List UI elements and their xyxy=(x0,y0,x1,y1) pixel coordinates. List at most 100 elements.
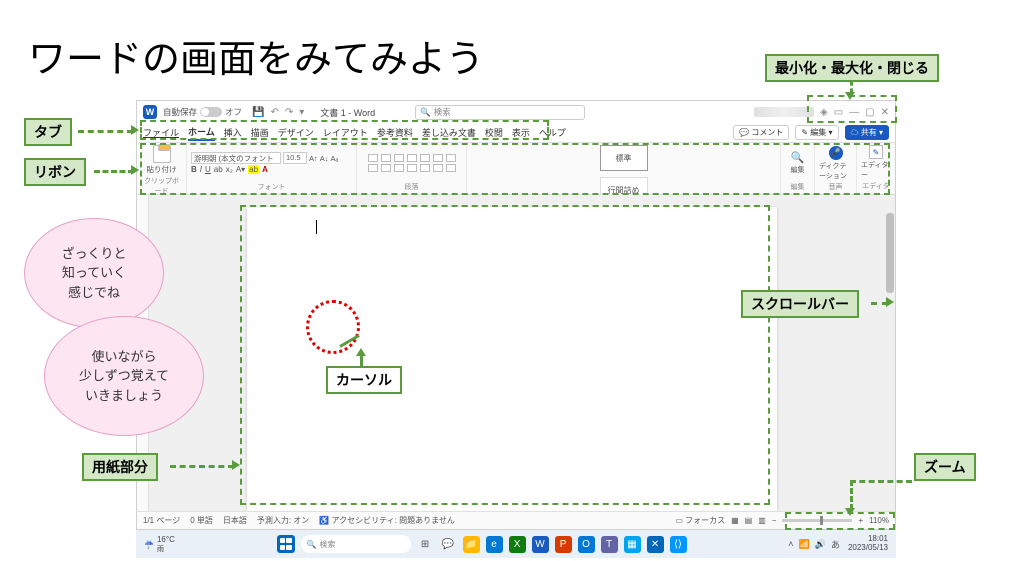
editing-mode-button[interactable]: ✎ 編集 ▾ xyxy=(795,125,838,140)
bold-button[interactable]: B xyxy=(191,165,197,174)
italic-button[interactable]: I xyxy=(200,165,202,174)
view-read-icon[interactable]: ▦ xyxy=(731,516,739,525)
comment-button[interactable]: 💬 コメント xyxy=(733,125,789,140)
underline-button[interactable]: U xyxy=(205,165,211,174)
font-color-button[interactable]: A xyxy=(262,165,268,174)
status-lang[interactable]: 日本語 xyxy=(223,515,247,526)
highlight-icon[interactable]: ab xyxy=(248,165,259,174)
clear-format-icon[interactable]: Aₐ xyxy=(331,154,339,163)
status-ime[interactable]: 予測入力: オン xyxy=(257,515,309,526)
search-box[interactable]: 🔍 検索 xyxy=(415,105,585,120)
scroll-thumb[interactable] xyxy=(886,213,894,293)
close-button[interactable]: ✕ xyxy=(881,107,889,118)
explorer-icon[interactable]: 📁 xyxy=(463,536,480,553)
toggle-off-icon[interactable] xyxy=(200,107,222,117)
undo-icon[interactable]: ↶ xyxy=(270,107,278,118)
tab-mailings[interactable]: 差し込み文書 xyxy=(422,126,476,139)
indent-inc-icon[interactable] xyxy=(420,154,430,162)
maximize-button[interactable]: ▢ xyxy=(865,107,874,118)
paste-label[interactable]: 貼り付け xyxy=(147,164,177,175)
sort-icon[interactable] xyxy=(433,154,443,162)
redo-icon[interactable]: ↷ xyxy=(285,107,293,118)
editor-label[interactable]: エディター xyxy=(861,160,891,180)
save-icon[interactable]: 💾 xyxy=(252,107,264,118)
edge-icon[interactable]: e xyxy=(486,536,503,553)
align-left-icon[interactable] xyxy=(368,164,378,172)
align-center-icon[interactable] xyxy=(381,164,391,172)
app-icon-2[interactable]: ✕ xyxy=(647,536,664,553)
vertical-scrollbar[interactable] xyxy=(885,203,895,503)
arrow-head xyxy=(845,508,855,516)
tray-icon[interactable]: ▭ xyxy=(834,107,843,118)
tab-draw[interactable]: 描画 xyxy=(251,126,269,139)
shading-icon[interactable] xyxy=(433,164,443,172)
indent-dec-icon[interactable] xyxy=(407,154,417,162)
view-print-icon[interactable]: ▤ xyxy=(745,516,753,525)
tab-help[interactable]: ヘルプ xyxy=(539,126,566,139)
align-right-icon[interactable] xyxy=(394,164,404,172)
multilevel-icon[interactable] xyxy=(394,154,404,162)
tab-design[interactable]: デザイン xyxy=(278,126,314,139)
show-marks-icon[interactable] xyxy=(446,154,456,162)
powerpoint-icon[interactable]: P xyxy=(555,536,572,553)
status-a11y[interactable]: ♿ アクセシビリティ: 問題ありません xyxy=(319,515,455,526)
editor-icon[interactable]: ✎ xyxy=(869,145,883,159)
focus-mode[interactable]: ▭ フォーカス xyxy=(675,515,725,526)
tab-review[interactable]: 校閲 xyxy=(485,126,503,139)
view-web-icon[interactable]: ▥ xyxy=(758,516,766,525)
tab-view[interactable]: 表示 xyxy=(512,126,530,139)
editing-label[interactable]: 編集 xyxy=(791,165,805,175)
share-button[interactable]: ☁ 共有 ▾ xyxy=(845,125,889,140)
clock[interactable]: 18:01 2023/05/13 xyxy=(848,535,888,553)
bullets-icon[interactable] xyxy=(368,154,378,162)
font-name-select[interactable]: 游明朝 (本文のフォント xyxy=(191,152,281,164)
widgets-icon[interactable]: 💬 xyxy=(440,536,457,553)
excel-icon[interactable]: X xyxy=(509,536,526,553)
sub-super-icon[interactable]: x₂ xyxy=(226,165,233,174)
tab-home[interactable]: ホーム xyxy=(188,125,215,141)
line-spacing-icon[interactable] xyxy=(420,164,430,172)
teams-icon[interactable]: T xyxy=(601,536,618,553)
zoom-out-button[interactable]: − xyxy=(772,516,777,525)
vscode-icon[interactable]: ⟨⟩ xyxy=(670,536,687,553)
app-icon-1[interactable]: ▦ xyxy=(624,536,641,553)
zoom-in-button[interactable]: + xyxy=(858,516,863,525)
taskbar-search[interactable]: 🔍検索 xyxy=(301,535,411,553)
ime-indicator[interactable]: あ xyxy=(831,538,840,551)
strike-button[interactable]: ab xyxy=(214,165,223,174)
volume-icon[interactable]: 🔊 xyxy=(815,539,826,550)
word-icon[interactable]: W xyxy=(532,536,549,553)
text-effects-icon[interactable]: A▾ xyxy=(236,165,245,174)
tab-layout[interactable]: レイアウト xyxy=(323,126,368,139)
dictation-label[interactable]: ディクテーション xyxy=(819,161,852,181)
borders-icon[interactable] xyxy=(446,164,456,172)
paste-icon[interactable] xyxy=(153,145,171,163)
task-view-icon[interactable]: ⊞ xyxy=(417,536,434,553)
diamond-icon[interactable]: ◈ xyxy=(820,107,828,118)
tab-insert[interactable]: 挿入 xyxy=(224,126,242,139)
page[interactable] xyxy=(247,207,777,511)
start-button[interactable] xyxy=(277,535,295,553)
autosave-label: 自動保存 xyxy=(163,106,197,118)
minimize-button[interactable]: — xyxy=(849,107,859,118)
numbering-icon[interactable] xyxy=(381,154,391,162)
mic-icon[interactable]: 🎤 xyxy=(829,146,843,160)
style-normal[interactable]: 標準 xyxy=(600,145,648,171)
outlook-icon[interactable]: O xyxy=(578,536,595,553)
find-icon[interactable]: 🔍 xyxy=(791,151,805,164)
tray-chevron-icon[interactable]: ˄ xyxy=(788,539,793,549)
weather-widget[interactable]: ☔ 16°C 雨 xyxy=(144,535,175,554)
status-page[interactable]: 1/1 ページ xyxy=(143,515,180,526)
shrink-font-icon[interactable]: A↓ xyxy=(320,154,329,163)
grow-font-icon[interactable]: A↑ xyxy=(309,154,318,163)
justify-icon[interactable] xyxy=(407,164,417,172)
zoom-value[interactable]: 110% xyxy=(869,516,889,525)
autosave-toggle[interactable]: 自動保存 オフ xyxy=(163,106,242,118)
qat-dropdown-icon[interactable]: ▾ xyxy=(299,107,304,118)
zoom-slider[interactable] xyxy=(782,519,852,522)
tab-references[interactable]: 参考資料 xyxy=(377,126,413,139)
tab-file[interactable]: ファイル xyxy=(143,126,179,139)
status-words[interactable]: 0 単語 xyxy=(190,515,213,526)
network-icon[interactable]: 📶 xyxy=(799,539,810,550)
font-size-select[interactable]: 10.5 xyxy=(283,152,307,164)
